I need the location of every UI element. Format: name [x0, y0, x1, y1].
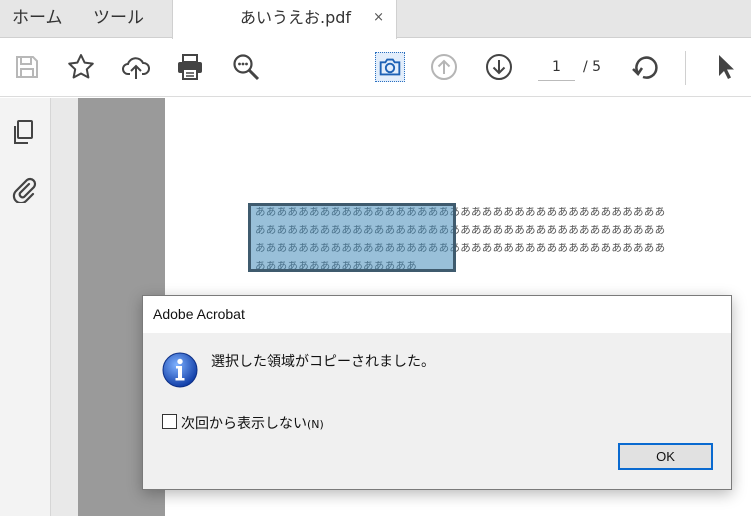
toolbar: / 5	[0, 39, 751, 97]
close-icon[interactable]: ×	[373, 10, 384, 26]
page-up-icon[interactable]	[429, 52, 459, 82]
dialog-titlebar: Adobe Acrobat	[143, 296, 731, 333]
dialog-message: 選択した領域がコピーされました。	[211, 354, 435, 370]
rotate-icon[interactable]	[630, 52, 660, 82]
pages-icon[interactable]	[10, 118, 38, 146]
tab-home[interactable]: ホーム	[12, 0, 63, 38]
zoom-search-icon[interactable]	[231, 52, 261, 82]
tab-tools[interactable]: ツール	[93, 0, 144, 38]
dialog-title: Adobe Acrobat	[153, 306, 245, 322]
dont-show-again-label[interactable]: 次回から表示しない(N)	[181, 413, 324, 433]
print-icon[interactable]	[175, 52, 205, 82]
tab-document-label: あいうえお.pdf	[240, 8, 352, 27]
attachment-icon[interactable]	[10, 175, 38, 203]
snapshot-camera-icon[interactable]	[375, 52, 405, 82]
left-rail	[0, 98, 51, 516]
page-number-input[interactable]	[538, 54, 575, 81]
cloud-upload-icon[interactable]	[121, 52, 151, 82]
ok-button[interactable]: OK	[618, 443, 713, 470]
snapshot-selection[interactable]	[248, 203, 456, 272]
save-icon[interactable]	[12, 52, 42, 82]
checkbox-label-text: 次回から表示しない	[181, 416, 307, 432]
copy-dialog: Adobe Acrobat 選択した領域がコピーされました。 次回から表示しない…	[142, 295, 732, 490]
toolbar-divider	[685, 51, 686, 85]
tab-document[interactable]: あいうえお.pdf ×	[172, 0, 397, 39]
tab-bar: ホーム ツール あいうえお.pdf ×	[0, 0, 751, 39]
star-icon[interactable]	[66, 52, 96, 82]
dont-show-again-checkbox[interactable]	[162, 414, 177, 429]
scroll-gutter	[51, 98, 78, 516]
info-icon	[161, 351, 199, 389]
select-pointer-icon[interactable]	[711, 52, 741, 82]
page-total: / 5	[583, 59, 602, 75]
page-down-icon[interactable]	[484, 52, 514, 82]
checkbox-shortcut: (N)	[307, 418, 324, 431]
